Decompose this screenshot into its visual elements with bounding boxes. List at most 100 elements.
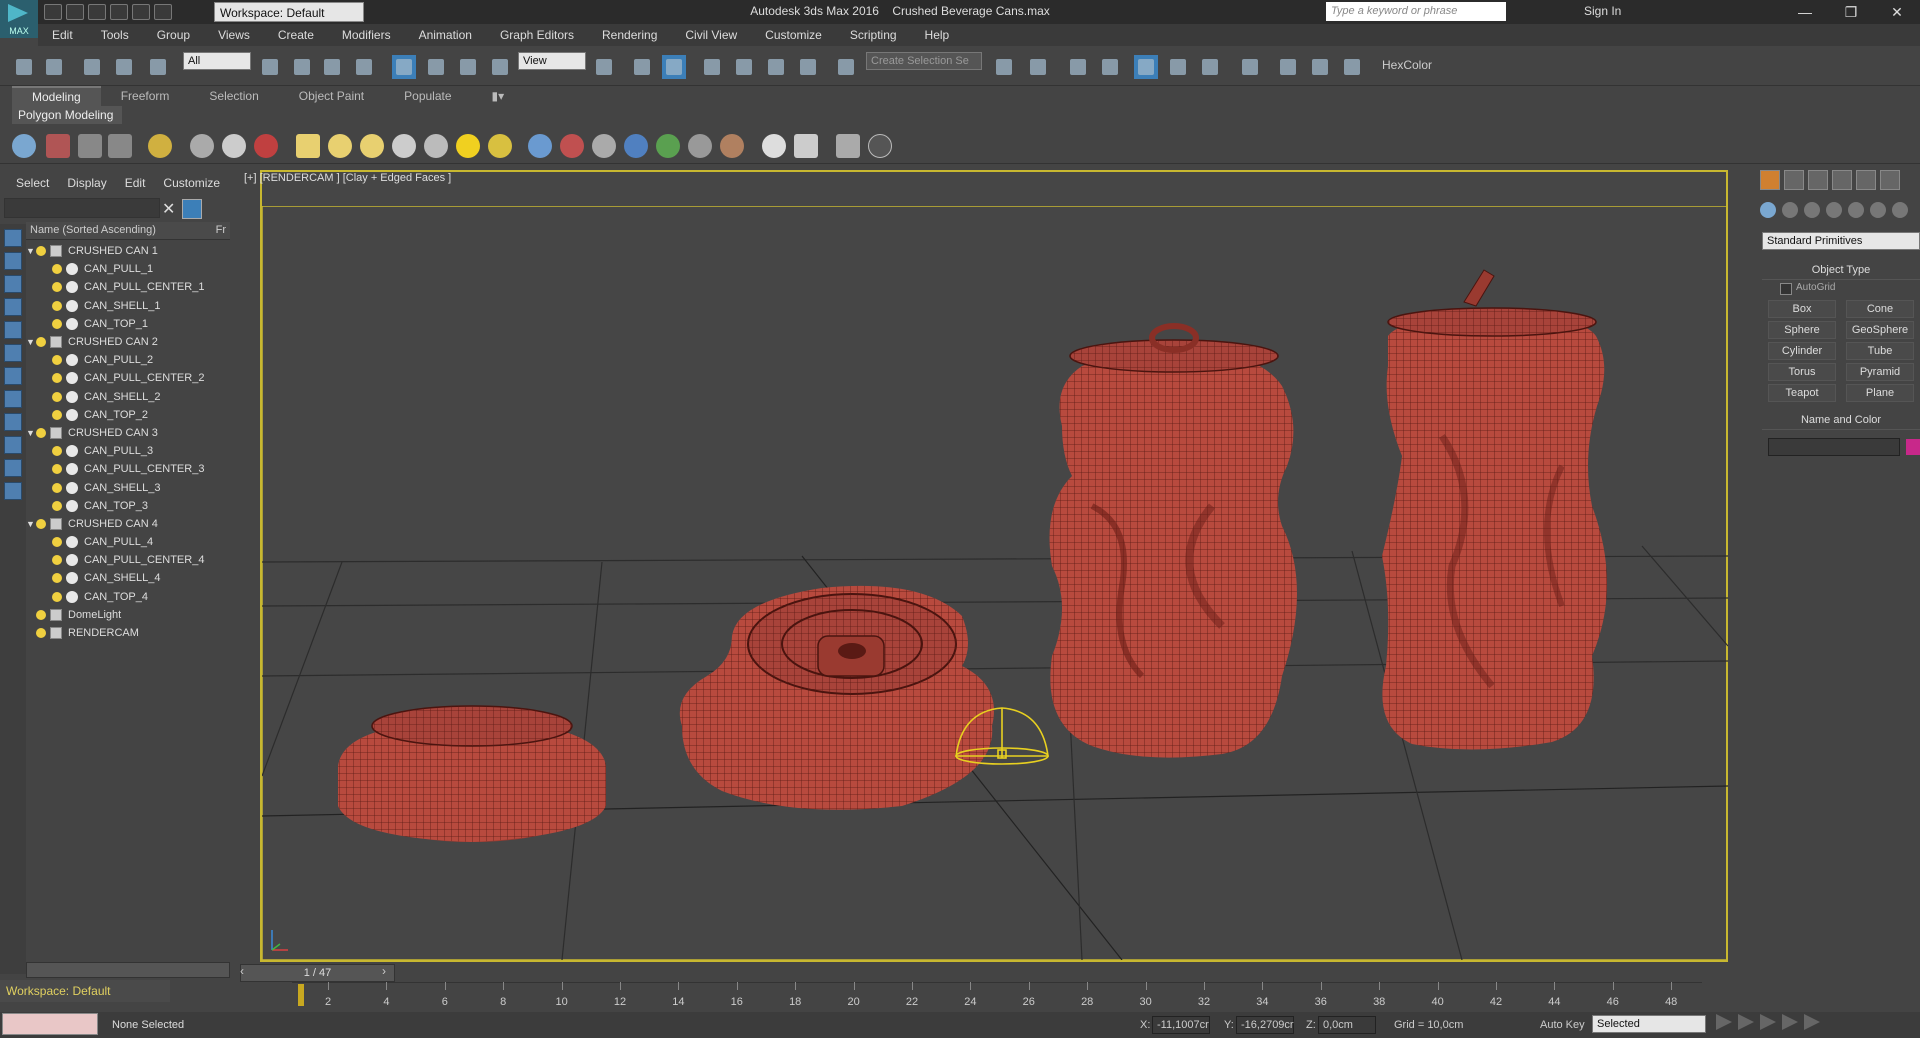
visibility-bulb-icon[interactable] (52, 482, 62, 493)
sun-icon[interactable] (456, 134, 480, 158)
sign-in-button[interactable]: Sign In (1584, 4, 1621, 18)
visibility-bulb-icon[interactable] (52, 573, 62, 584)
visibility-bulb-icon[interactable] (52, 591, 62, 602)
mirror-icon[interactable] (992, 55, 1016, 79)
spinner-snap-icon[interactable] (796, 55, 820, 79)
visibility-bulb-icon[interactable] (52, 355, 62, 366)
scene-tree-row[interactable]: RENDERCAM (26, 624, 230, 642)
scene-tree-row[interactable]: CAN_SHELL_1 (26, 297, 230, 315)
plant-icon[interactable] (656, 134, 680, 158)
visibility-bulb-icon[interactable] (52, 446, 62, 457)
explorer-menu-select[interactable]: Select (16, 176, 49, 190)
crushed-can-2-mesh[interactable] (679, 585, 994, 810)
help-icon[interactable] (868, 134, 892, 158)
menu-civil-view[interactable]: Civil View (671, 28, 751, 42)
menu-edit[interactable]: Edit (38, 28, 87, 42)
particles-icon[interactable] (254, 134, 278, 158)
tab-freeform[interactable]: Freeform (101, 87, 190, 105)
scene-tree-row[interactable]: CAN_PULL_1 (26, 260, 230, 278)
viewport-scene[interactable] (262, 206, 1728, 960)
create-tab-icon[interactable] (1760, 170, 1780, 190)
display-hidden-icon[interactable] (4, 482, 22, 500)
auto-key-button[interactable]: Auto Key (1540, 1019, 1585, 1031)
ribbon-options-icon[interactable]: ▮▾ (472, 87, 525, 105)
visibility-bulb-icon[interactable] (52, 537, 62, 548)
window-crossing-icon[interactable] (352, 55, 376, 79)
timeline-cursor[interactable] (298, 984, 304, 1006)
moon-icon[interactable] (488, 134, 512, 158)
scene-tree-row[interactable]: CAN_TOP_4 (26, 588, 230, 606)
selection-filter-dropdown[interactable]: All (183, 52, 251, 70)
sphere-light-icon[interactable] (360, 134, 384, 158)
teapot-icon[interactable] (12, 134, 36, 158)
scene-tree-row[interactable]: CAN_PULL_CENTER_3 (26, 460, 230, 478)
expand-arrow-icon[interactable]: ▼ (26, 519, 36, 529)
key-filter-dropdown[interactable]: Selected (1592, 1015, 1706, 1033)
percent-snap-icon[interactable] (764, 55, 788, 79)
tab-object-paint[interactable]: Object Paint (279, 87, 384, 105)
motion-tab-icon[interactable] (1832, 170, 1852, 190)
display-helpers-icon[interactable] (4, 321, 22, 339)
scene-tree-row[interactable]: ▼ CRUSHED CAN 4 (26, 515, 230, 533)
scene-tree-row[interactable]: CAN_PULL_3 (26, 442, 230, 460)
render-setup-icon[interactable] (1276, 55, 1300, 79)
next-frame-icon[interactable] (1782, 1014, 1798, 1030)
visibility-bulb-icon[interactable] (52, 464, 62, 475)
expand-arrow-icon[interactable]: ▼ (26, 246, 36, 256)
goto-start-icon[interactable] (1716, 1014, 1732, 1030)
scene-tree-row[interactable]: ▼ CRUSHED CAN 3 (26, 424, 230, 442)
teapot-button[interactable]: Teapot (1768, 384, 1836, 402)
document-icon[interactable] (78, 134, 102, 158)
y-coordinate-field[interactable]: -16,2709cr (1236, 1016, 1294, 1034)
time-slider[interactable]: 1 / 47 (240, 964, 395, 982)
scene-explorer-icon[interactable] (1134, 55, 1158, 79)
edit-named-selection-icon[interactable] (834, 55, 858, 79)
crushed-can-1-mesh[interactable] (338, 705, 606, 842)
scene-tree-row[interactable]: CAN_SHELL_4 (26, 569, 230, 587)
reference-coordinate-dropdown[interactable]: View (518, 52, 586, 70)
visibility-bulb-icon[interactable] (52, 391, 62, 402)
project-folder-icon[interactable] (154, 4, 172, 20)
display-spacewarps-icon[interactable] (4, 344, 22, 362)
display-shapes-icon[interactable] (4, 252, 22, 270)
explorer-menu-display[interactable]: Display (67, 176, 106, 190)
curve-editor-icon[interactable] (1166, 55, 1190, 79)
scene-tree-row[interactable]: CAN_PULL_CENTER_1 (26, 278, 230, 296)
maxscript-listener[interactable] (2, 1013, 98, 1035)
grid-icon[interactable] (794, 134, 818, 158)
render-icon[interactable] (1340, 55, 1364, 79)
ribbon-toggle-icon[interactable] (1098, 55, 1122, 79)
display-cameras-icon[interactable] (4, 298, 22, 316)
headphones-icon[interactable] (222, 134, 246, 158)
filter-icon[interactable] (182, 199, 202, 219)
dome-icon[interactable] (328, 134, 352, 158)
visibility-bulb-icon[interactable] (52, 555, 62, 566)
time-slider-prev-icon[interactable]: ‹ (240, 964, 244, 978)
x-coordinate-field[interactable]: -11,1007cr (1152, 1016, 1210, 1034)
table-icon[interactable] (108, 134, 132, 158)
bulb-icon[interactable] (148, 134, 172, 158)
menu-create[interactable]: Create (264, 28, 328, 42)
scene-tree-row[interactable]: CAN_PULL_2 (26, 351, 230, 369)
material-ball-icon[interactable] (720, 134, 744, 158)
visibility-bulb-icon[interactable] (52, 318, 62, 329)
explorer-search-input[interactable] (4, 198, 160, 218)
display-geometry-icon[interactable] (4, 229, 22, 247)
menu-help[interactable]: Help (911, 28, 964, 42)
autogrid-checkbox[interactable]: AutoGrid (1779, 282, 1835, 295)
systems-icon[interactable] (1892, 202, 1908, 218)
plane-button[interactable]: Plane (1846, 384, 1914, 402)
menu-animation[interactable]: Animation (405, 28, 486, 42)
display-bones-icon[interactable] (4, 413, 22, 431)
cylinder-button[interactable]: Cylinder (1768, 342, 1836, 360)
tube-button[interactable]: Tube (1846, 342, 1914, 360)
keyboard-shortcut-icon[interactable] (662, 55, 686, 79)
display-xrefs-icon[interactable] (4, 390, 22, 408)
helpers-icon[interactable] (1848, 202, 1864, 218)
sound-icon[interactable] (190, 134, 214, 158)
tab-populate[interactable]: Populate (384, 87, 471, 105)
visibility-bulb-icon[interactable] (52, 264, 62, 275)
scene-tree-row[interactable]: CAN_PULL_CENTER_4 (26, 551, 230, 569)
name-and-color-rollout[interactable]: Name and Color (1762, 414, 1920, 430)
spacewarps-icon[interactable] (1870, 202, 1886, 218)
